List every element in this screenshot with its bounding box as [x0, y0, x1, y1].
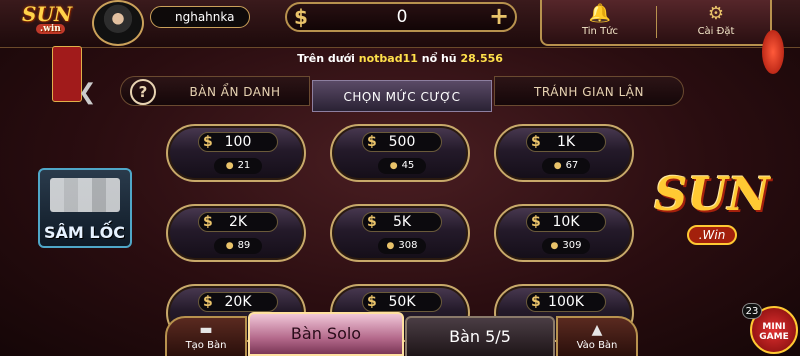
divider — [656, 6, 657, 38]
person-icon: ● — [225, 241, 234, 251]
settings-button[interactable]: ⚙ Cài Đặt — [658, 0, 774, 44]
player-count: ● 89 — [214, 238, 262, 254]
sunwin-logo-small: SUN .win — [22, 2, 73, 34]
top-bar: SUN .win nghahnka $ 0 + 🔔 Tin Tức ⚙ Cài Đ… — [0, 0, 800, 48]
person-icon: ● — [389, 161, 398, 171]
coin-icon: $ — [294, 5, 308, 29]
bet-card[interactable]: $10K ● 309 — [494, 204, 634, 262]
bet-amount: 500 — [388, 134, 416, 150]
bet-card[interactable]: $1K ● 67 — [494, 124, 634, 182]
player-count: ● 309 — [542, 238, 590, 254]
news-label: Tin Tức — [581, 26, 619, 37]
news-button[interactable]: 🔔 Tin Tức — [542, 0, 658, 44]
bet-amount: 5K — [392, 214, 412, 230]
player-count-value: 67 — [565, 160, 579, 171]
bet-card[interactable]: $100 ● 21 — [166, 124, 306, 182]
player-count: ● 67 — [542, 158, 590, 174]
coin-icon: $ — [203, 134, 213, 150]
person-icon: ● — [386, 241, 395, 251]
logo-sub-text: .Win — [686, 225, 738, 245]
samloc-promo[interactable]: SÂM LỐC — [38, 168, 132, 248]
bet-card[interactable]: $2K ● 89 — [166, 204, 306, 262]
tab-choose-bet[interactable]: CHỌN MỨC CƯỢC — [312, 80, 492, 112]
lobby-tabs: BÀN ẨN DANH CHỌN MỨC CƯỢC TRÁNH GIAN LẬN — [120, 76, 685, 112]
bet-amount: 50K — [388, 294, 416, 310]
coin-icon: $ — [367, 214, 377, 230]
bet-amount-box: $1K — [526, 132, 606, 152]
coin-icon: $ — [203, 294, 213, 310]
bet-amount: 100 — [224, 134, 252, 150]
help-icon[interactable]: ? — [130, 79, 156, 105]
player-count: ● 21 — [214, 158, 262, 174]
cards-icon — [50, 178, 120, 212]
tab-anti-cheat[interactable]: TRÁNH GIAN LẬN — [494, 76, 684, 106]
player-count: ● 308 — [378, 238, 426, 254]
logo-main-text: SUN — [654, 167, 770, 221]
person-icon: ● — [550, 241, 559, 251]
notice-player: notbad11 — [358, 52, 418, 65]
tab-anonymous-label: BÀN ẨN DANH — [189, 85, 281, 99]
jackpot-notice: Trên dưới notbad11 nổ hũ 28.556 — [0, 52, 800, 70]
coin-icon: $ — [531, 294, 541, 310]
notice-amount: 28.556 — [460, 52, 503, 65]
solo-table-button[interactable]: Bàn Solo — [248, 312, 404, 356]
create-table-label: Tạo Bàn — [185, 340, 227, 351]
five-five-table-button[interactable]: Bàn 5/5 — [405, 316, 555, 356]
join-table-label: Vào Bàn — [576, 340, 618, 351]
player-count-value: 309 — [562, 240, 582, 251]
avatar[interactable] — [92, 0, 144, 46]
bet-card[interactable]: $500 ● 45 — [330, 124, 470, 182]
notice-prefix: Trên dưới — [297, 52, 359, 65]
settings-label: Cài Đặt — [697, 26, 735, 37]
samloc-label: SÂM LỐC — [44, 223, 125, 242]
bet-amount-box: $5K — [362, 212, 442, 232]
table-icon: ▬ — [199, 322, 213, 338]
coin-icon: $ — [531, 134, 541, 150]
top-right-menu: 🔔 Tin Tức ⚙ Cài Đặt — [540, 0, 772, 46]
add-coin-button[interactable]: + — [487, 4, 511, 28]
game-lobby: SUN .win nghahnka $ 0 + 🔔 Tin Tức ⚙ Cài Đ… — [0, 0, 800, 356]
sunwin-logo: SUN .Win — [652, 156, 772, 260]
username: nghahnka — [150, 6, 250, 28]
back-arrow-icon[interactable]: ❮ — [78, 80, 96, 105]
person-icon: ● — [225, 161, 234, 171]
coin-icon: $ — [367, 294, 377, 310]
coin-icon: $ — [367, 134, 377, 150]
person-icon: ● — [553, 161, 562, 171]
bet-amount: 2K — [228, 214, 248, 230]
coin-icon: $ — [203, 214, 213, 230]
balance-value: 0 — [396, 7, 408, 27]
player-count-value: 89 — [237, 240, 251, 251]
player-count: ● 45 — [378, 158, 426, 174]
bell-icon: 🔔 — [588, 3, 612, 24]
gear-icon: ⚙ — [707, 3, 725, 24]
bottom-bar: ▬ Tạo Bàn Bàn Solo Bàn 5/5 ▲ Vào Bàn — [0, 312, 800, 356]
bet-amount: 100K — [548, 294, 584, 310]
bet-amount-box: $50K — [362, 292, 442, 312]
bet-amount-box: $100 — [198, 132, 278, 152]
bet-amount-box: $10K — [526, 212, 606, 232]
bet-amount-box: $2K — [198, 212, 278, 232]
balance-panel: $ 0 + — [285, 2, 517, 32]
notice-middle: nổ hũ — [417, 52, 461, 65]
join-table-button[interactable]: ▲ Vào Bàn — [556, 316, 638, 356]
bet-amount-box: $20K — [198, 292, 278, 312]
coin-icon: $ — [531, 214, 541, 230]
join-icon: ▲ — [591, 322, 603, 338]
bet-amount: 1K — [556, 134, 576, 150]
create-table-button[interactable]: ▬ Tạo Bàn — [165, 316, 247, 356]
bet-amount-box: $500 — [362, 132, 442, 152]
bet-amount: 20K — [224, 294, 252, 310]
bet-card[interactable]: $5K ● 308 — [330, 204, 470, 262]
player-count-value: 21 — [237, 160, 251, 171]
bet-amount-box: $100K — [526, 292, 606, 312]
player-count-value: 308 — [398, 240, 418, 251]
bet-amount: 10K — [552, 214, 580, 230]
player-count-value: 45 — [401, 160, 415, 171]
